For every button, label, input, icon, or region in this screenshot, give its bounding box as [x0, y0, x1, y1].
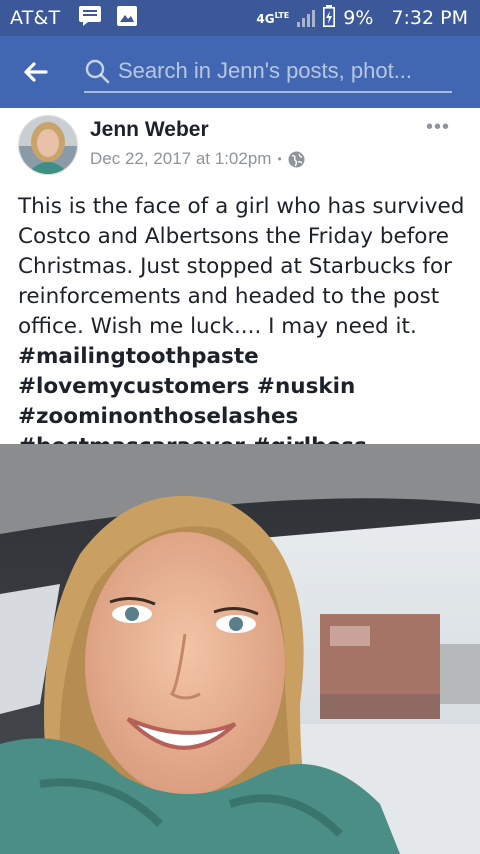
arrow-left-icon: [24, 62, 48, 82]
back-button[interactable]: [0, 61, 70, 83]
avatar[interactable]: [18, 115, 78, 175]
more-options-button[interactable]: •••: [426, 116, 450, 139]
signal-icon: [297, 9, 316, 27]
meta-separator: •: [277, 152, 282, 166]
image-icon: [116, 5, 138, 32]
post-date[interactable]: Dec 22, 2017 at 1:02pm: [90, 149, 271, 169]
status-bar: AT&T 4GLTE 9% 7:32 PM: [0, 0, 480, 36]
message-icon: [78, 5, 102, 32]
post-hashtags[interactable]: #mailingtoothpaste #lovemycustomers #nus…: [18, 344, 367, 459]
post-body: This is the face of a girl who has survi…: [18, 192, 473, 462]
search-header: [0, 36, 480, 108]
battery-level: 9%: [343, 7, 374, 29]
post-text: This is the face of a girl who has survi…: [18, 194, 465, 339]
battery-icon: [323, 4, 336, 32]
search-icon: [85, 59, 110, 84]
search-input[interactable]: [118, 58, 438, 84]
post-header: Jenn Weber Dec 22, 2017 at 1:02pm • •••: [0, 108, 480, 188]
post-meta: Dec 22, 2017 at 1:02pm •: [90, 149, 305, 169]
search-field[interactable]: [84, 51, 452, 93]
globe-icon: [288, 151, 305, 167]
carrier-label: AT&T: [10, 7, 61, 29]
network-type: 4GLTE: [256, 10, 290, 26]
clock: 7:32 PM: [391, 7, 468, 29]
author-name[interactable]: Jenn Weber: [90, 118, 209, 142]
post-photo[interactable]: [0, 444, 480, 854]
